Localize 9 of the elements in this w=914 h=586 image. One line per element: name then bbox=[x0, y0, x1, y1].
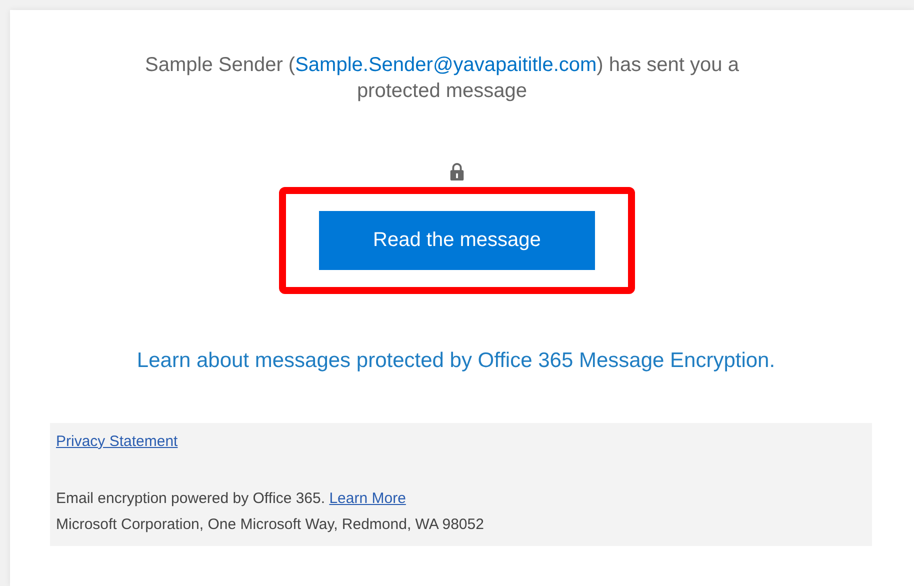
sender-email-link[interactable]: Sample.Sender@yavapaititle.com bbox=[295, 54, 597, 76]
lock-icon bbox=[449, 162, 465, 181]
privacy-statement-link[interactable]: Privacy Statement bbox=[56, 433, 178, 450]
notice-text: Sample Sender (Sample.Sender@yavapaititle.com) has sent you a protected message bbox=[144, 53, 740, 104]
learn-more-link[interactable]: Learn More bbox=[329, 490, 406, 507]
read-message-button[interactable]: Read the message bbox=[319, 211, 595, 270]
powered-by-text: Email encryption powered by Office 365. Learn More bbox=[56, 489, 406, 509]
encryption-info-link[interactable]: Learn about messages protected by Office 365 Message Encryption. bbox=[136, 349, 776, 373]
address-text: Microsoft Corporation, One Microsoft Way, Redmond, WA 98052 bbox=[56, 515, 484, 535]
